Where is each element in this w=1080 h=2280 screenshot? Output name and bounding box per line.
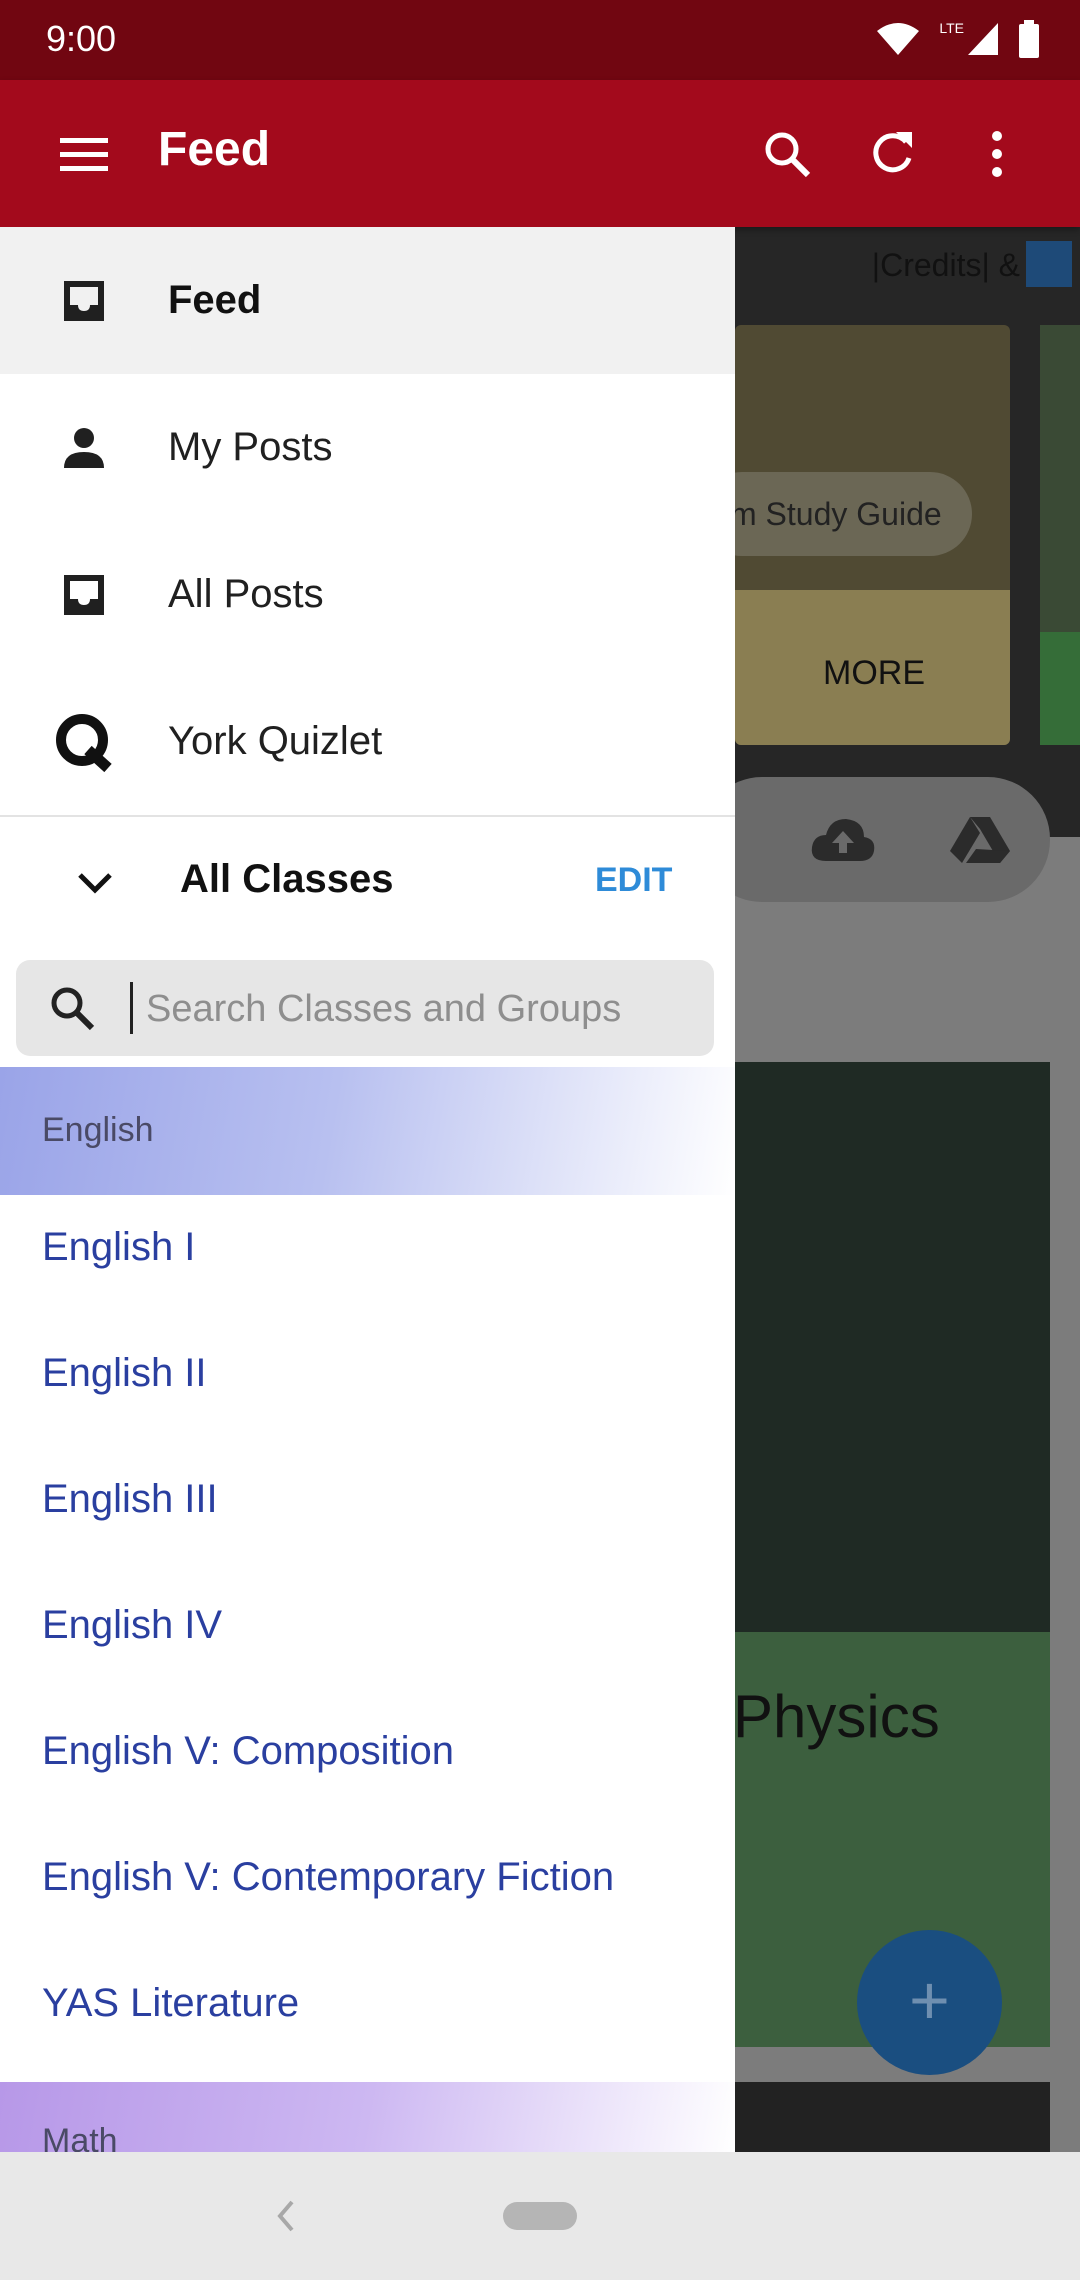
inbox-icon [52, 269, 116, 333]
study-guide-chip: m Study Guide [700, 472, 972, 556]
add-post-button[interactable]: + [857, 1930, 1002, 2075]
all-classes-header: All Classes EDIT [0, 817, 735, 947]
chevron-down-icon[interactable] [70, 857, 120, 907]
class-item-yas-literature[interactable]: YAS Literature [42, 1981, 299, 2026]
status-icons: LTE [875, 20, 1040, 58]
search-icon[interactable] [755, 122, 819, 186]
class-item-english-ii[interactable]: English II [42, 1351, 207, 1396]
text-cursor [130, 982, 133, 1034]
group-header-english: English [0, 1067, 735, 1195]
class-item-english-i[interactable]: English I [42, 1225, 195, 1270]
feed-card-partial-bottom [1040, 632, 1080, 745]
group-header-math: Math [0, 2082, 735, 2152]
google-drive-icon [950, 817, 1010, 863]
class-item-english-iv[interactable]: English IV [42, 1603, 222, 1648]
cell-signal-icon [968, 23, 998, 55]
edit-button[interactable]: EDIT [595, 861, 672, 900]
refresh-icon[interactable] [860, 122, 924, 186]
class-item-english-v-composition[interactable]: English V: Composition [42, 1729, 454, 1774]
nav-item-feed[interactable]: Feed [0, 227, 735, 374]
home-pill[interactable] [503, 2202, 577, 2230]
wifi-icon [877, 23, 920, 55]
feed-card-lower [735, 2082, 1050, 2152]
class-item-english-v-contemporary-fiction[interactable]: English V: Contemporary Fiction [42, 1855, 614, 1900]
group-label: Math [42, 2122, 118, 2152]
nav-item-my-posts[interactable]: My Posts [0, 374, 735, 521]
more-button: MORE [823, 654, 925, 692]
all-classes-title: All Classes [180, 857, 394, 901]
navigation-drawer: Feed My Posts All Posts York Quizlet All… [0, 227, 735, 2152]
cloud-upload-icon [811, 819, 875, 861]
nav-item-label: York Quizlet [168, 719, 383, 763]
nav-item-label: All Posts [168, 572, 324, 616]
back-icon[interactable] [270, 2192, 300, 2240]
upload-bar [700, 777, 1050, 902]
search-icon [46, 982, 98, 1034]
group-label: English [42, 1111, 154, 1149]
nav-item-all-posts[interactable]: All Posts [0, 521, 735, 668]
inbox-icon [52, 563, 116, 627]
credits-text: |Credits| & [871, 247, 1020, 283]
app-bar: Feed [0, 80, 1080, 227]
menu-icon[interactable] [52, 122, 116, 186]
timer-icon [1026, 241, 1072, 287]
battery-icon [1019, 20, 1039, 58]
quizlet-q-icon [52, 710, 116, 774]
network-type-label: LTE [939, 20, 964, 36]
nav-item-label: My Posts [168, 425, 333, 469]
class-search-box [16, 960, 714, 1056]
class-item-english-iii[interactable]: English III [42, 1477, 218, 1522]
status-time: 9:00 [46, 18, 117, 59]
person-icon [52, 416, 116, 480]
class-card [735, 1062, 1050, 2047]
more-vert-icon[interactable] [965, 122, 1029, 186]
search-classes-input[interactable] [144, 974, 688, 1044]
nav-item-york-quizlet[interactable]: York Quizlet [0, 668, 735, 815]
system-nav-bar [0, 2152, 1080, 2280]
class-card-title: Physics [733, 1683, 940, 1750]
page-title: Feed [158, 123, 271, 176]
nav-item-label: Feed [168, 278, 262, 322]
status-bar: 9:00 LTE [0, 0, 1080, 80]
